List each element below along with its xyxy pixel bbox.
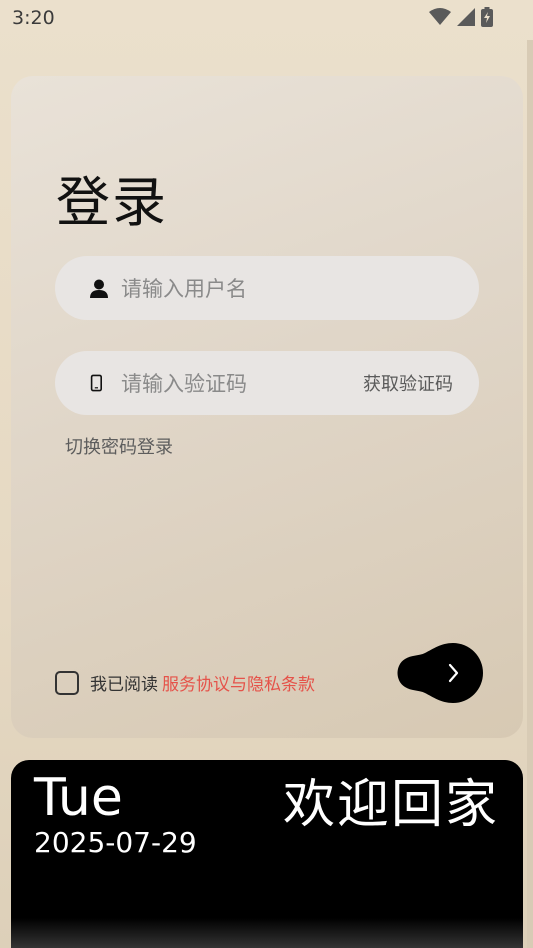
agreement-link[interactable]: 服务协议与隐私条款: [162, 670, 315, 695]
overlay-strip: [11, 918, 523, 948]
agreement-prefix: 我已阅读: [90, 675, 158, 695]
status-time: 3:20: [12, 7, 55, 29]
username-placeholder: 请输入用户名: [121, 277, 247, 301]
verification-code-field[interactable]: 请输入验证码 获取验证码: [55, 351, 479, 415]
agreement-checkbox[interactable]: [55, 670, 79, 695]
welcome-text: 欢迎回家: [282, 775, 499, 835]
phone-icon: [90, 374, 102, 392]
switch-password-login-link[interactable]: 切换密码登录: [65, 433, 173, 459]
page-title: 登录: [56, 171, 168, 234]
code-placeholder: 请输入验证码: [121, 372, 247, 396]
weekday-label: Tue: [34, 768, 123, 828]
battery-charging-icon: [481, 7, 493, 27]
welcome-card: Tue 2025-07-29 欢迎回家: [11, 760, 523, 948]
submit-button[interactable]: [397, 641, 487, 705]
agreement-row: 我已阅读 服务协议与隐私条款: [55, 670, 315, 695]
status-bar: 3:20: [0, 0, 533, 36]
right-edge-shadow: [527, 40, 533, 948]
date-label: 2025-07-29: [34, 826, 197, 859]
status-icons: [429, 7, 493, 27]
wifi-icon: [429, 8, 451, 25]
get-code-button[interactable]: 获取验证码: [363, 370, 453, 396]
cellular-signal-icon: [457, 8, 475, 26]
user-icon: [90, 279, 108, 298]
username-field[interactable]: 请输入用户名: [55, 256, 479, 320]
